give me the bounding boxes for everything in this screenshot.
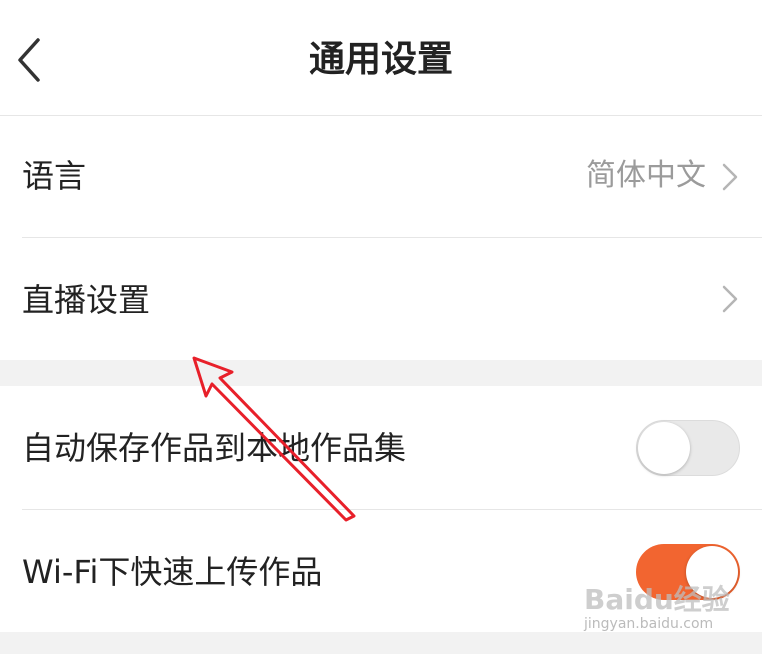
section-gap: [0, 632, 762, 654]
language-label: 语言: [22, 157, 87, 195]
section-gap: [0, 360, 762, 386]
chevron-right-icon: [722, 163, 738, 191]
live-settings-row[interactable]: 直播设置: [0, 238, 762, 360]
auto-save-label: 自动保存作品到本地作品集: [22, 429, 407, 467]
wifi-upload-toggle[interactable]: [636, 544, 740, 600]
page-title: 通用设置: [308, 39, 453, 80]
language-row[interactable]: 语言 简体中文: [0, 116, 762, 238]
wifi-upload-row: Wi-Fi下快速上传作品: [0, 510, 762, 632]
toggle-knob: [686, 546, 738, 598]
auto-save-toggle[interactable]: [636, 420, 740, 476]
auto-save-row: 自动保存作品到本地作品集: [0, 386, 762, 510]
wifi-upload-label: Wi-Fi下快速上传作品: [22, 553, 323, 591]
nav-header: 通用设置: [0, 0, 762, 116]
live-settings-label: 直播设置: [22, 281, 151, 319]
general-settings-page: 通用设置 语言 简体中文 直播设置 自动保存作品到本地作品集 Wi-Fi下快速上…: [0, 0, 762, 654]
toggle-knob: [638, 422, 690, 474]
language-value: 简体中文: [586, 158, 706, 193]
chevron-right-icon: [722, 285, 738, 313]
